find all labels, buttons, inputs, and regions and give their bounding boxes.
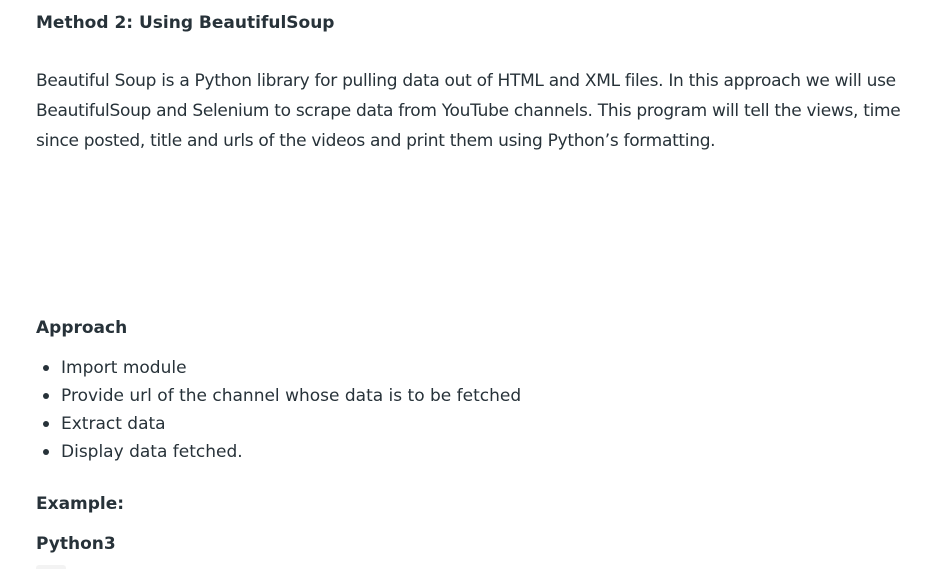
- approach-list: Import module Provide url of the channel…: [36, 354, 521, 466]
- code-block-edge: [36, 565, 66, 569]
- list-item: Extract data: [36, 410, 521, 438]
- list-item-text: Import module: [61, 358, 187, 378]
- code-language-label: Python3: [36, 534, 116, 554]
- bullet-icon: [43, 421, 49, 427]
- list-item-text: Extract data: [61, 414, 166, 434]
- list-item: Import module: [36, 354, 521, 382]
- bullet-icon: [43, 393, 49, 399]
- intro-paragraph: Beautiful Soup is a Python library for p…: [36, 71, 901, 151]
- list-item-text: Provide url of the channel whose data is…: [61, 386, 522, 406]
- list-item: Provide url of the channel whose data is…: [36, 382, 521, 410]
- example-heading: Example:: [36, 494, 125, 514]
- bullet-icon: [43, 365, 49, 371]
- list-item-text: Display data fetched.: [61, 442, 243, 462]
- method-heading: Method 2: Using BeautifulSoup: [36, 13, 335, 33]
- approach-heading: Approach: [36, 318, 128, 338]
- bullet-icon: [43, 449, 49, 455]
- list-item: Display data fetched.: [36, 438, 521, 466]
